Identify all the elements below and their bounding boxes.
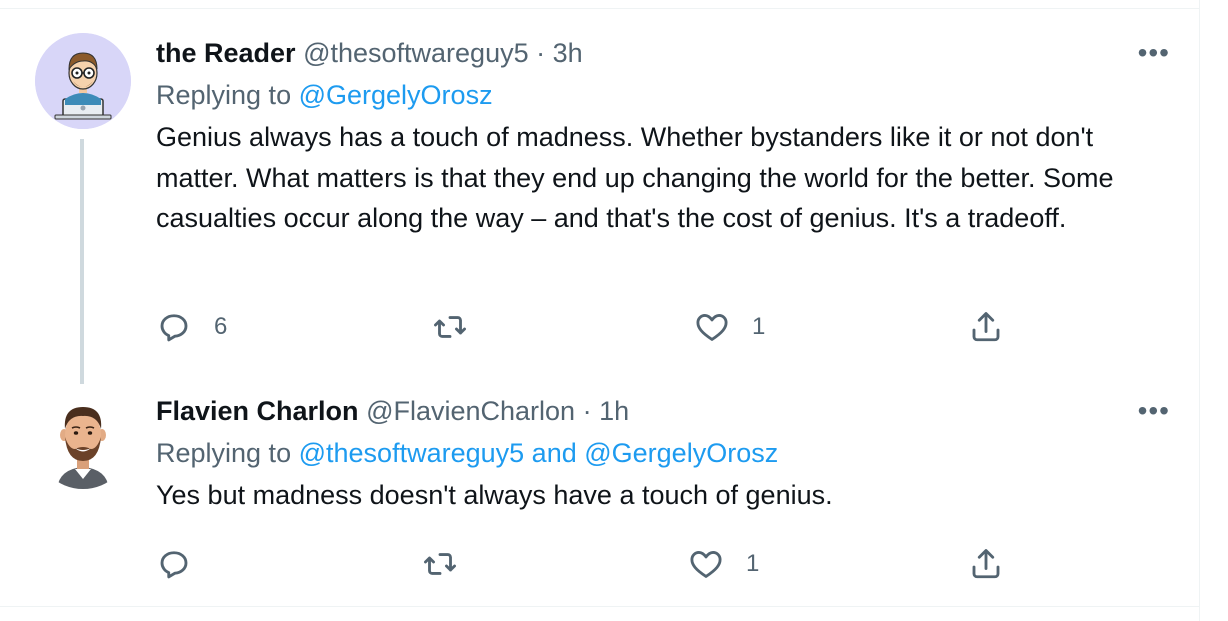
tweet-text: Yes but madness doesn't always have a to…: [156, 480, 833, 510]
tweet-timestamp[interactable]: 1h: [599, 396, 629, 426]
reply-icon: [160, 551, 188, 579]
tweet[interactable]: Flavien Charlon @FlavienCharlon · 1h Rep…: [0, 384, 1198, 606]
replying-to-prefix: Replying to: [156, 80, 292, 110]
mention-link[interactable]: @thesoftwareguy5: [299, 438, 525, 468]
reply-button[interactable]: [156, 544, 214, 584]
author-name[interactable]: the Reader: [156, 38, 296, 68]
thread-line: [80, 139, 84, 384]
cartoon-bearded-man-avatar-icon: [35, 393, 131, 489]
like-count: 1: [746, 550, 760, 577]
tweet[interactable]: the Reader @thesoftwareguy5 · 3h Replyin…: [0, 9, 1198, 384]
like-button[interactable]: 1: [694, 307, 765, 347]
retweet-button[interactable]: [432, 307, 490, 347]
like-count: 1: [752, 313, 766, 340]
reply-button[interactable]: 6: [156, 307, 227, 347]
tweet-header: the Reader @thesoftwareguy5 · 3h: [156, 35, 1162, 71]
avatar[interactable]: [35, 33, 131, 129]
frame-right-border: [1199, 0, 1200, 621]
author-handle[interactable]: @FlavienCharlon: [366, 396, 575, 426]
header-separator: ·: [582, 396, 592, 426]
mention-conjunction[interactable]: and: [532, 438, 577, 468]
replying-to: Replying to @thesoftwareguy5 and @Gergel…: [156, 435, 1162, 471]
replying-to-prefix: Replying to: [156, 438, 292, 468]
more-options-icon[interactable]: •••: [1138, 397, 1170, 425]
tweet-header: Flavien Charlon @FlavienCharlon · 1h: [156, 393, 1162, 429]
share-icon: [972, 549, 1000, 579]
share-button[interactable]: [968, 544, 1004, 584]
header-separator: ·: [536, 38, 546, 68]
avatar[interactable]: [35, 393, 131, 489]
frame-bottom-border: [0, 606, 1200, 607]
tweet-timestamp[interactable]: 3h: [553, 38, 583, 68]
tweet-body: Flavien Charlon @FlavienCharlon · 1h Rep…: [156, 393, 1162, 516]
share-icon: [972, 312, 1000, 342]
mention-link[interactable]: @GergelyOrosz: [584, 438, 778, 468]
reply-count: 6: [214, 313, 228, 340]
reply-icon: [160, 314, 188, 342]
heart-icon: [696, 314, 728, 341]
replying-to: Replying to @GergelyOrosz: [156, 77, 1162, 113]
heart-icon: [690, 551, 722, 578]
tweet-text: Genius always has a touch of madness. Wh…: [156, 122, 1114, 233]
retweet-icon: [424, 553, 456, 575]
tweet-actions: 6 1: [156, 307, 1016, 347]
like-button[interactable]: 1: [688, 544, 759, 584]
author-name[interactable]: Flavien Charlon: [156, 396, 359, 426]
share-button[interactable]: [968, 307, 1004, 347]
retweet-button[interactable]: [422, 544, 480, 584]
author-handle[interactable]: @thesoftwareguy5: [303, 38, 529, 68]
more-options-icon[interactable]: •••: [1138, 39, 1170, 67]
tweet-body: the Reader @thesoftwareguy5 · 3h Replyin…: [156, 35, 1162, 239]
mention-link[interactable]: @GergelyOrosz: [299, 80, 493, 110]
tweet-actions: 1: [156, 544, 1016, 584]
cartoon-reader-avatar-icon: [35, 33, 131, 129]
retweet-icon: [434, 316, 466, 338]
